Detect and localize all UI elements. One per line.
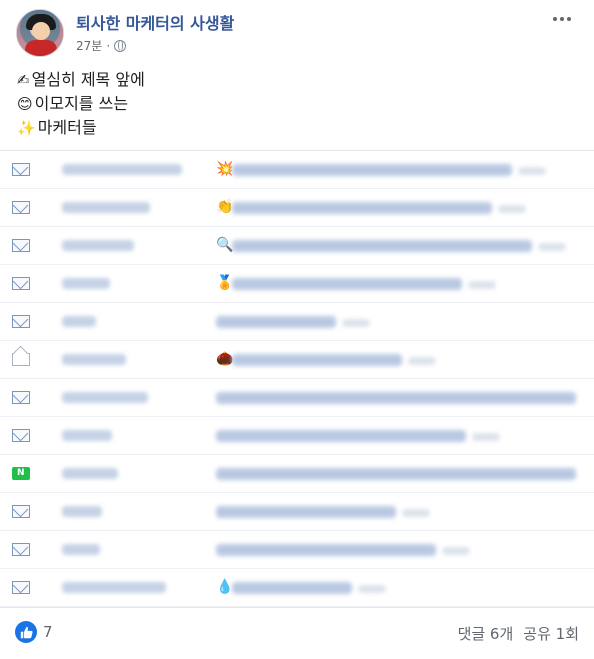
subject-emoji: 👏 [216,199,234,215]
mail-row[interactable]: 🔍 [0,227,594,265]
post-stats: 댓글 6개 공유 1회 [458,623,579,644]
mail-row[interactable]: 💧 [0,569,594,607]
mail-row[interactable] [0,455,594,493]
blurred-date [498,205,526,213]
envelope-icon [12,201,30,214]
blurred-date [342,319,370,327]
blurred-sender [62,316,96,327]
post-time[interactable]: 27분 [76,37,102,54]
naver-icon [12,467,30,480]
blurred-subject [232,354,402,366]
blurred-date [518,167,546,175]
blurred-subject [216,506,396,518]
envelope-icon [12,543,30,556]
inbox-screenshot-image[interactable]: 💥 👏 🔍 🏅 🌰 💧 [0,150,594,608]
blurred-subject [232,240,532,252]
blurred-date [468,281,496,289]
blurred-sender [62,354,126,365]
blurred-sender [62,278,110,289]
page-name-link[interactable]: 퇴사한 마케터의 사생활 [76,10,234,34]
post-line-text: 열심히 제목 앞에 [31,70,145,89]
envelope-icon [12,239,30,252]
blurred-subject [232,164,512,176]
mail-row[interactable]: 👏 [0,189,594,227]
globe-icon [114,39,127,52]
sparkles-emoji: ✨ [17,119,36,137]
page-avatar[interactable] [16,9,64,57]
blurred-sender [62,164,182,175]
envelope-icon [12,277,30,290]
blurred-subject [232,582,352,594]
meta-separator: · [106,38,111,53]
writing-hand-emoji: ✍ [17,71,30,89]
blurred-sender [62,240,134,251]
mail-row[interactable] [0,379,594,417]
blurred-subject [232,278,462,290]
comment-count-link[interactable]: 댓글 6개 [458,623,514,644]
subject-emoji: 🏅 [216,275,234,291]
blurred-date [358,585,386,593]
envelope-icon [12,505,30,518]
post-line-text: 이모지를 쓰는 [34,94,129,113]
post-line: 😊 이모지를 쓰는 [17,92,145,116]
subject-emoji: 🔍 [216,237,234,253]
blurred-date [472,433,500,441]
envelope-icon [12,163,30,176]
post-text: ✍ 열심히 제목 앞에 😊 이모지를 쓰는 ✨ 마케터들 [17,68,145,140]
mail-row[interactable]: 🌰 [0,341,594,379]
blurred-subject [216,430,466,442]
post-footer: 7 댓글 6개 공유 1회 [0,609,594,657]
subject-emoji: 💧 [216,579,234,595]
blurred-sender [62,582,166,593]
blurred-sender [62,544,100,555]
blurred-date [538,243,566,251]
envelope-icon [12,429,30,442]
blurred-date [402,509,430,517]
post-line: ✨ 마케터들 [17,116,145,140]
blurred-sender [62,468,118,479]
mail-row[interactable] [0,531,594,569]
blurred-subject [216,468,576,480]
post-line: ✍ 열심히 제목 앞에 [17,68,145,92]
subject-emoji: 💥 [216,161,234,177]
blurred-subject [216,316,336,328]
mail-row[interactable] [0,493,594,531]
blurred-date [408,357,436,365]
blurred-sender [62,202,150,213]
mail-row[interactable] [0,417,594,455]
mail-row[interactable]: 🏅 [0,265,594,303]
like-reaction-icon[interactable] [15,621,37,643]
smile-emoji: 😊 [17,95,33,113]
blurred-subject [232,202,492,214]
blurred-subject [216,544,436,556]
blurred-sender [62,506,102,517]
subject-emoji: 🌰 [216,351,234,367]
blurred-date [442,547,470,555]
more-options-icon[interactable] [550,9,574,29]
blurred-sender [62,430,112,441]
blurred-subject [216,392,576,404]
mail-row[interactable] [0,303,594,341]
post-header: 퇴사한 마케터의 사생활 27분 · [14,7,580,61]
envelope-icon [12,391,30,404]
open-envelope-icon [12,353,30,366]
envelope-icon [12,315,30,328]
mail-row[interactable]: 💥 [0,151,594,189]
post-line-text: 마케터들 [37,118,97,137]
blurred-sender [62,392,148,403]
like-count[interactable]: 7 [43,623,53,641]
envelope-icon [12,581,30,594]
share-count-link[interactable]: 공유 1회 [523,623,579,644]
post-meta: 27분 · [76,37,127,54]
